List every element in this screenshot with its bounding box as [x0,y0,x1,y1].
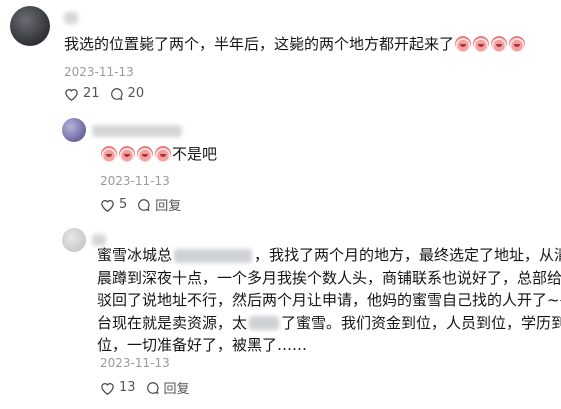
comment-bubble-icon [110,87,123,100]
comment-line: 蜜雪冰城总 ，我找了两个月的地方，最终选定了地址，从清 [97,244,561,267]
reply-label: 回复 [155,199,182,214]
reply-button[interactable]: 回复 [146,378,190,397]
timestamp: 2023-11-13 [100,174,170,188]
comment-3: 蜜雪冰城总 ，我找了两个月的地方，最终选定了地址，从清 晨蹲到深夜十点，一个多月我… [0,222,561,409]
comment-line: 驳回了说地址不行，然后两个月让申请，他妈的蜜雪自己找的人开了~平 [97,291,561,309]
reply-button[interactable]: 回复 [137,195,181,214]
comment-text: 我选的位置毙了两个，半年后，这毙的两个地方都开起来了 [64,33,526,56]
avatar[interactable] [10,6,50,46]
avatar[interactable] [62,228,86,252]
comment-line: 晨蹲到深夜十点，一个多月我挨个数人头，商铺联系也说好了，总部给我 [97,268,561,287]
like-button[interactable]: 5 [100,197,127,212]
pig-emoji [101,145,117,162]
reply-count: 20 [127,86,145,101]
redacted-text [174,248,253,263]
heart-icon [65,88,78,101]
pig-emoji [491,35,508,52]
pig-emoji [137,145,153,162]
like-button[interactable]: 21 [64,86,100,101]
like-count: 5 [119,197,128,212]
pig-emoji [119,145,135,162]
comment-1: 我选的位置毙了两个，半年后，这毙的两个地方都开起来了 2023-11-13 21… [0,0,561,108]
username-blurred[interactable] [92,125,182,137]
comment-actions: 21 20 [64,86,154,101]
like-button[interactable]: 13 [100,380,136,395]
text-segment: 台现在就是卖资源，太 [97,313,248,332]
comment-line: 位，一切准备好了，被黑了…… [97,336,308,354]
text-segment: 蜜雪冰城总 [97,246,173,264]
pig-emoji [155,145,171,162]
comment-line: 台现在就是卖资源，太 了蜜雪。我们资金到位，人员到位，学历到 [97,312,561,335]
comment-actions: 5 回复 [100,195,191,214]
comment-text-content: 我选的位置毙了两个，半年后，这毙的两个地方都开起来了 [64,35,455,53]
comment-text: 不是吧 [100,143,217,166]
comment-text: 蜜雪冰城总 ，我找了两个月的地方，最终选定了地址，从清 晨蹲到深夜十点，一个多月我… [97,244,561,357]
comment-bubble-icon [146,381,159,394]
comment-text-content: 不是吧 [172,145,218,163]
timestamp: 2023-11-13 [64,65,134,79]
comment-actions: 13 回复 [100,378,200,397]
comment-bubble-icon [138,198,150,211]
emoji-group [100,145,172,163]
pig-emoji [473,35,490,52]
avatar[interactable] [62,118,86,142]
like-count: 21 [83,86,100,101]
emoji-group [454,35,526,53]
username-blurred[interactable] [64,12,78,24]
comment-2: 不是吧 2023-11-13 5 回复 [0,112,561,220]
heart-icon [101,382,114,395]
reply-label: 回复 [163,382,190,397]
timestamp: 2023-11-13 [100,356,170,370]
redacted-text [249,316,280,330]
reply-button[interactable]: 20 [110,86,145,101]
like-count: 13 [119,380,136,395]
text-segment: 了蜜雪。我们资金到位，人员到位，学历到 [281,313,561,332]
pig-emoji [509,35,526,52]
text-segment: ，我找了两个月的地方，最终选定了地址，从清 [254,246,561,264]
pig-emoji [455,35,472,52]
heart-icon [101,199,114,212]
